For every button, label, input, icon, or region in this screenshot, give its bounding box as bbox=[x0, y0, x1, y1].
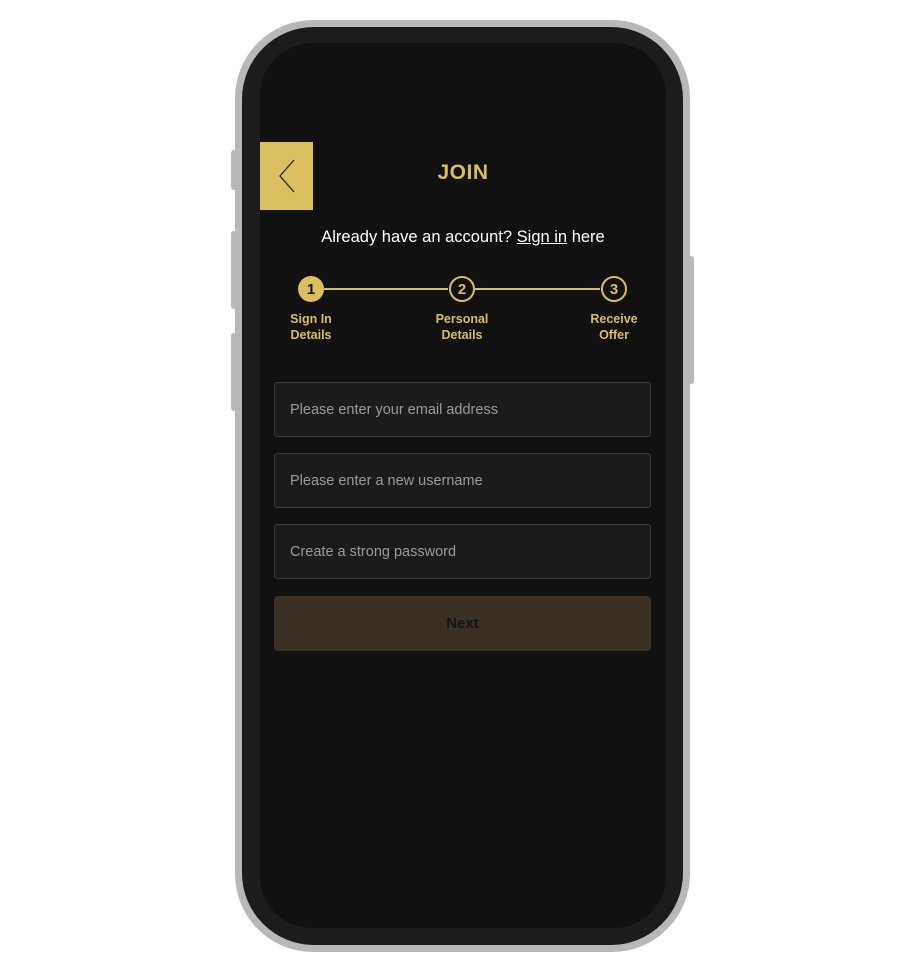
phone-screen: JOIN Already have an account? Sign in he… bbox=[260, 43, 666, 928]
step-2-indicator: 2 bbox=[449, 276, 475, 302]
step-1-indicator: 1 bbox=[298, 276, 324, 302]
step-2-label-line2: Details bbox=[441, 328, 483, 342]
username-input[interactable] bbox=[274, 453, 651, 508]
step-1-label-line2: Details bbox=[290, 328, 332, 342]
step-2-label: Personal Details bbox=[417, 311, 507, 343]
step-3-indicator: 3 bbox=[601, 276, 627, 302]
password-input[interactable] bbox=[274, 524, 651, 579]
step-1-label-line1: Sign In bbox=[290, 312, 332, 326]
progress-stepper: 1 2 3 Sign In Details Personal Details R… bbox=[260, 43, 666, 363]
email-input[interactable] bbox=[274, 382, 651, 437]
step-connector-1 bbox=[324, 288, 448, 290]
step-1-label: Sign In Details bbox=[266, 311, 356, 343]
next-button[interactable]: Next bbox=[274, 596, 651, 651]
step-connector-2 bbox=[475, 288, 600, 290]
step-3-label-line1: Receive bbox=[590, 312, 638, 326]
step-3-label: Receive Offer bbox=[569, 311, 659, 343]
step-3-label-line2: Offer bbox=[599, 328, 629, 342]
step-2-label-line1: Personal bbox=[435, 312, 489, 326]
